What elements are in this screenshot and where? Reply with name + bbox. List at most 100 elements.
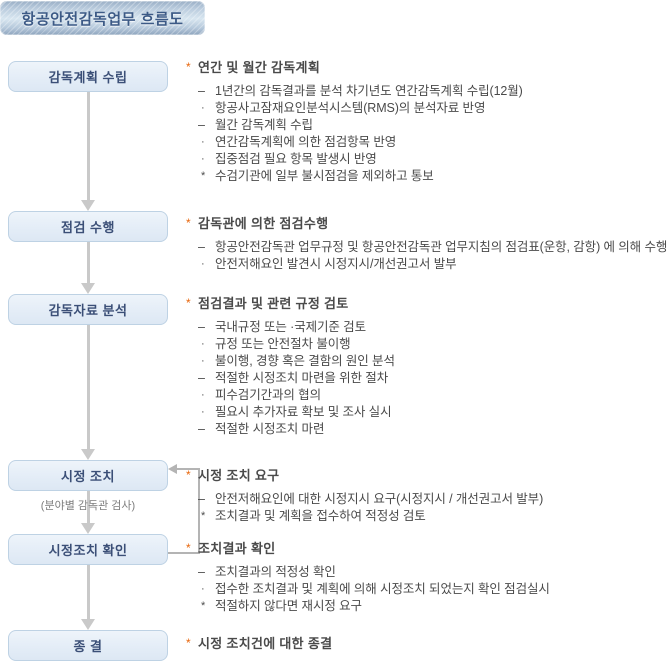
bullet-item: * 조치결과 및 계획을 접수하여 적정성 검토 bbox=[186, 508, 667, 525]
feedback-arrowhead-icon bbox=[168, 464, 177, 474]
bullet-item-text: 연간감독계획에 의한 점검항목 반영 bbox=[215, 135, 397, 149]
flow-connector-line bbox=[87, 242, 90, 283]
bullet-marker-dash-icon: – bbox=[198, 320, 205, 334]
bullet-marker-dash-icon: – bbox=[198, 118, 205, 132]
flow-connector-line bbox=[87, 92, 90, 200]
bullet-item-text: 조치결과 및 계획을 접수하여 적정성 검토 bbox=[215, 509, 426, 523]
flow-step-box[interactable]: 점검 수행 bbox=[8, 211, 168, 242]
bullet-item: –1년간의 감독결과를 분석 차기년도 연간감독계획 수립(12월) bbox=[186, 83, 667, 100]
bullet-item: · 항공사고잠재요인분석시스템(RMS)의 분석자료 반영 bbox=[186, 100, 667, 117]
bullet-item: · 집중점검 필요 항목 발생시 반영 bbox=[186, 151, 667, 168]
bullet-item-text: 항공사고잠재요인분석시스템(RMS)의 분석자료 반영 bbox=[215, 101, 486, 115]
section-heading-text: 연간 및 월간 감독계획 bbox=[198, 60, 321, 75]
flow-step-box[interactable]: 감독자료 분석 bbox=[8, 294, 168, 325]
section-heading: * 시정 조치 요구 bbox=[186, 468, 667, 484]
content-section: * 감독관에 의한 점검수행 – 항공안전감독관 업무규정 및 항공안전감독관 업무지… bbox=[186, 216, 667, 273]
bullet-marker-dash-icon: – bbox=[198, 240, 205, 254]
flow-step-box[interactable]: 시정 조치 bbox=[8, 460, 168, 491]
flow-step-label: 점검 수행 bbox=[61, 220, 115, 235]
bullet-item-text: 적절한 시정조치 마련을 위한 절차 bbox=[215, 371, 389, 385]
section-heading: * 시정 조치건에 대한 종결 bbox=[186, 636, 667, 652]
bullet-item: – 적절한 시정조치 마련 bbox=[186, 421, 667, 438]
bullet-item-text: 조치결과의 적정성 확인 bbox=[215, 565, 336, 579]
bullet-item: – 조치결과의 적정성 확인 bbox=[186, 564, 667, 581]
bullet-item-text: 규정 또는 안전절차 불이행 bbox=[215, 337, 351, 351]
bullet-marker-dot-icon: · bbox=[201, 583, 205, 595]
section-bullet-list: – 조치결과의 적정성 확인 · 접수한 조치결과 및 계획에 의해 시정조치 되었는… bbox=[186, 564, 667, 615]
bullet-item: * 적절하지 않다면 재시정 요구 bbox=[186, 598, 667, 615]
section-bullet-asterisk-icon: * bbox=[186, 60, 191, 74]
section-bullet-asterisk-icon: * bbox=[186, 636, 191, 650]
bullet-item-text: 접수한 조치결과 및 계획에 의해 시정조치 되었는지 확인 점검실시 bbox=[215, 582, 550, 596]
bullet-marker-dash-icon: – bbox=[198, 422, 205, 436]
bullet-item: – 월간 감독계획 수립 bbox=[186, 117, 667, 134]
section-bullet-asterisk-icon: * bbox=[186, 296, 191, 310]
bullet-item-text: 안전저해요인에 대한 시정지시 요구(시정지시 / 개선권고서 발부) bbox=[215, 492, 544, 506]
bullet-marker-dash-icon: – bbox=[198, 565, 205, 579]
flow-step-box[interactable]: 종 결 bbox=[8, 630, 168, 661]
bullet-marker-dot-icon: · bbox=[201, 389, 205, 401]
section-bullet-list: – 국내규정 또는 ·국제기준 검토 · 규정 또는 안전절차 불이행 · 불이행, 경향… bbox=[186, 319, 667, 438]
bullet-item-text: 국내규정 또는 ·국제기준 검토 bbox=[215, 320, 366, 334]
section-heading-text: 점검결과 및 관련 규정 검토 bbox=[198, 296, 349, 311]
bullet-marker-dot-icon: · bbox=[201, 338, 205, 350]
bullet-marker-dash-icon: – bbox=[198, 371, 205, 385]
bullet-item: – 안전저해요인에 대한 시정지시 요구(시정지시 / 개선권고서 발부) bbox=[186, 491, 667, 508]
bullet-item-text: 집중점검 필요 항목 발생시 반영 bbox=[215, 152, 377, 166]
bullet-item: – 항공안전감독관 업무규정 및 항공안전감독관 업무지침의 점검표(운항, 감항… bbox=[186, 239, 667, 256]
bullet-marker-star-icon: * bbox=[201, 170, 206, 182]
bullet-marker-star-icon: * bbox=[201, 600, 206, 612]
flow-step-box[interactable]: 시정조치 확인 bbox=[8, 534, 168, 565]
bullet-item: – 적절한 시정조치 마련을 위한 절차 bbox=[186, 370, 667, 387]
section-bullet-asterisk-icon: * bbox=[186, 468, 191, 482]
flow-side-note: (분야별 감독관 검사) bbox=[40, 500, 136, 512]
bullet-item-text: 불이행, 경향 혹은 결함의 원인 분석 bbox=[215, 354, 395, 368]
bullet-item: · 접수한 조치결과 및 계획에 의해 시정조치 되었는지 확인 점검실시 bbox=[186, 581, 667, 598]
bullet-item-text: 1년간의 감독결과를 분석 차기년도 연간감독계획 수립(12월) bbox=[215, 84, 523, 98]
flow-arrowhead-icon bbox=[81, 283, 95, 294]
content-section: * 점검결과 및 관련 규정 검토 – 국내규정 또는 ·국제기준 검토 · 규정 또는 … bbox=[186, 296, 667, 438]
bullet-item: · 피수검기간과의 협의 bbox=[186, 387, 667, 404]
bullet-item: * 수검기관에 일부 불시점검을 제외하고 통보 bbox=[186, 168, 667, 185]
bullet-marker-dot-icon: · bbox=[201, 102, 205, 114]
flow-step-label: 감독자료 분석 bbox=[48, 303, 128, 318]
bullet-item-text: 수검기관에 일부 불시점검을 제외하고 통보 bbox=[215, 169, 434, 183]
bullet-marker-dot-icon: · bbox=[201, 258, 205, 270]
bullet-item: · 규정 또는 안전절차 불이행 bbox=[186, 336, 667, 353]
bullet-marker-dot-icon: · bbox=[201, 136, 205, 148]
flow-step-label: 종 결 bbox=[73, 639, 103, 654]
bullet-item-text: 안전저해요인 발견시 시정지시/개선권고서 발부 bbox=[215, 257, 457, 271]
bullet-marker-star-icon: * bbox=[201, 510, 206, 522]
flow-arrowhead-icon bbox=[81, 523, 95, 534]
flow-step-box[interactable]: 감독계획 수립 bbox=[8, 61, 168, 92]
section-heading: * 조치결과 확인 bbox=[186, 541, 667, 557]
bullet-item: · 안전저해요인 발견시 시정지시/개선권고서 발부 bbox=[186, 256, 667, 273]
bullet-item-text: 월간 감독계획 수립 bbox=[215, 118, 313, 132]
section-heading: * 점검결과 및 관련 규정 검토 bbox=[186, 296, 667, 312]
flow-arrowhead-icon bbox=[81, 449, 95, 460]
section-heading-text: 시정 조치건에 대한 종결 bbox=[198, 636, 333, 651]
content-section: * 시정 조치 요구 – 안전저해요인에 대한 시정지시 요구(시정지시 / 개선권고… bbox=[186, 468, 667, 525]
section-heading-text: 감독관에 의한 점검수행 bbox=[198, 216, 329, 231]
bullet-item: · 필요시 추가자료 확보 및 조사 실시 bbox=[186, 404, 667, 421]
section-bullet-asterisk-icon: * bbox=[186, 216, 191, 230]
flow-step-label: 시정 조치 bbox=[61, 469, 115, 484]
bullet-item: – 국내규정 또는 ·국제기준 검토 bbox=[186, 319, 667, 336]
bullet-marker-dash-icon: – bbox=[198, 492, 205, 506]
section-heading-text: 시정 조치 요구 bbox=[198, 468, 280, 483]
section-heading: * 연간 및 월간 감독계획 bbox=[186, 60, 667, 76]
bullet-item-text: 적절한 시정조치 마련 bbox=[215, 422, 325, 436]
bullet-item-text: 필요시 추가자료 확보 및 조사 실시 bbox=[215, 405, 392, 419]
flow-connector-line bbox=[87, 565, 90, 619]
content-column: * 연간 및 월간 감독계획 –1년간의 감독결과를 분석 차기년도 연간감독계획 … bbox=[186, 0, 667, 661]
flow-arrowhead-icon bbox=[81, 200, 95, 211]
bullet-item-text: 항공안전감독관 업무규정 및 항공안전감독관 업무지침의 점검표(운항, 감항)… bbox=[215, 240, 667, 254]
flow-arrowhead-icon bbox=[81, 619, 95, 630]
section-bullet-asterisk-icon: * bbox=[186, 541, 191, 555]
flowchart-column: 감독계획 수립점검 수행감독자료 분석시정 조치시정조치 확인종 결 (분야별 감… bbox=[0, 0, 180, 661]
section-bullet-list: – 안전저해요인에 대한 시정지시 요구(시정지시 / 개선권고서 발부) * 조치결… bbox=[186, 491, 667, 525]
bullet-marker-dot-icon: · bbox=[201, 355, 205, 367]
section-bullet-list: – 항공안전감독관 업무규정 및 항공안전감독관 업무지침의 점검표(운항, 감항… bbox=[186, 239, 667, 273]
bullet-item: · 불이행, 경향 혹은 결함의 원인 분석 bbox=[186, 353, 667, 370]
flow-step-label: 시정조치 확인 bbox=[48, 543, 128, 558]
